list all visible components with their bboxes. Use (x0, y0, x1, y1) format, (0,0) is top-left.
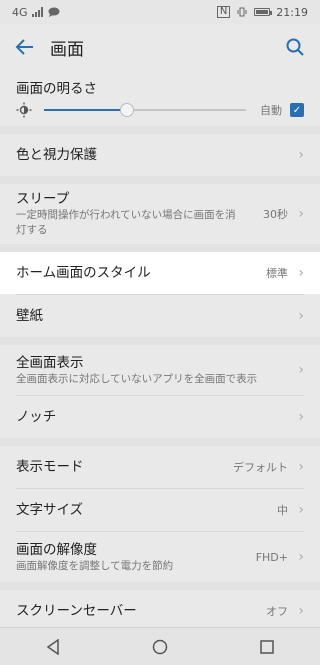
notch-item[interactable]: ノッチ › (0, 396, 320, 438)
item-title: 文字サイズ (16, 502, 84, 518)
network-type: 4G (12, 5, 28, 19)
chevron-right-icon: › (298, 459, 304, 475)
item-value: 30秒 (263, 208, 288, 221)
item-title: 全画面表示 (16, 354, 84, 371)
item-value: FHD+ (255, 550, 288, 564)
item-title: スクリーンセーバー (16, 603, 137, 619)
display-mode-item[interactable]: 表示モード デフォルト › (0, 446, 320, 488)
item-value: オフ (266, 605, 288, 618)
vibrate-icon (237, 7, 247, 17)
item-subtitle: 全画面表示に対応していないアプリを全画面で表示 (16, 372, 258, 385)
item-title: 壁紙 (16, 308, 43, 324)
wallpaper-item[interactable]: 壁紙 › (0, 295, 320, 337)
auto-brightness-label: 自動 (260, 104, 282, 117)
full-screen-display-item[interactable]: 全画面表示 全画面表示に対応していないアプリを全画面で表示 › (0, 345, 320, 395)
app-bar: 画面 (0, 24, 320, 70)
chevron-right-icon: › (298, 409, 304, 425)
signal-icon (31, 7, 43, 17)
triangle-back-icon (47, 638, 60, 655)
item-title: 色と視力保護 (16, 147, 97, 163)
page-title: 画面 (50, 39, 84, 60)
message-icon (48, 7, 60, 17)
brightness-icon (16, 102, 32, 118)
screen-resolution-item[interactable]: 画面の解像度 画面解像度を調整して電力を節約 FHD+ › (0, 532, 320, 582)
brightness-slider-thumb[interactable] (119, 103, 134, 117)
item-value: デフォルト (233, 461, 288, 474)
chevron-right-icon: › (298, 206, 304, 222)
navigation-bar (0, 627, 320, 665)
brightness-title: 画面の明るさ (16, 81, 97, 97)
chevron-right-icon: › (298, 265, 304, 281)
home-screen-style-item[interactable]: ホーム画面のスタイル 標準 › (0, 252, 320, 294)
square-recents-icon (259, 639, 274, 654)
brightness-setting: 画面の明るさ 自動 ✓ (0, 70, 320, 126)
item-title: ノッチ (16, 409, 57, 425)
chevron-right-icon: › (298, 603, 304, 619)
auto-brightness-checkbox[interactable]: ✓ (290, 103, 304, 117)
clock: 21:19 (276, 5, 308, 19)
chevron-right-icon: › (298, 549, 304, 565)
screensaver-item[interactable]: スクリーンセーバー オフ › (0, 590, 320, 632)
item-title: ホーム画面のスタイル (16, 265, 151, 281)
sleep-item[interactable]: スリープ 一定時間操作が行われていない場合に画面を消灯する 30秒 › (0, 184, 320, 244)
circle-home-icon (152, 639, 168, 654)
back-arrow-icon[interactable] (14, 36, 36, 58)
nfc-icon: N (216, 6, 231, 18)
search-icon[interactable] (284, 36, 306, 58)
item-value: 標準 (266, 267, 288, 280)
chevron-right-icon: › (298, 502, 304, 518)
nav-back-button[interactable] (33, 632, 73, 662)
item-title: 画面の解像度 (16, 541, 97, 558)
nav-home-button[interactable] (140, 632, 180, 662)
item-title: スリープ (16, 191, 70, 207)
nav-recents-button[interactable] (247, 632, 287, 662)
status-bar: 4G N 21:19 (0, 0, 320, 24)
item-subtitle: 一定時間操作が行われていない場合に画面を消灯する (16, 209, 236, 236)
color-eye-comfort-item[interactable]: 色と視力保護 › (0, 134, 320, 176)
font-size-item[interactable]: 文字サイズ 中 › (0, 489, 320, 531)
settings-list: 画面の明るさ 自動 ✓ 色と視力保護 › スリープ 一定時間操作が行われていない… (0, 70, 320, 632)
chevron-right-icon: › (298, 308, 304, 324)
brightness-slider[interactable] (44, 103, 246, 117)
chevron-right-icon: › (298, 362, 304, 378)
battery-icon (254, 8, 273, 16)
item-value: 中 (277, 504, 288, 517)
item-subtitle: 画面解像度を調整して電力を節約 (16, 559, 174, 572)
chevron-right-icon: › (298, 147, 304, 163)
item-title: 表示モード (16, 459, 84, 475)
